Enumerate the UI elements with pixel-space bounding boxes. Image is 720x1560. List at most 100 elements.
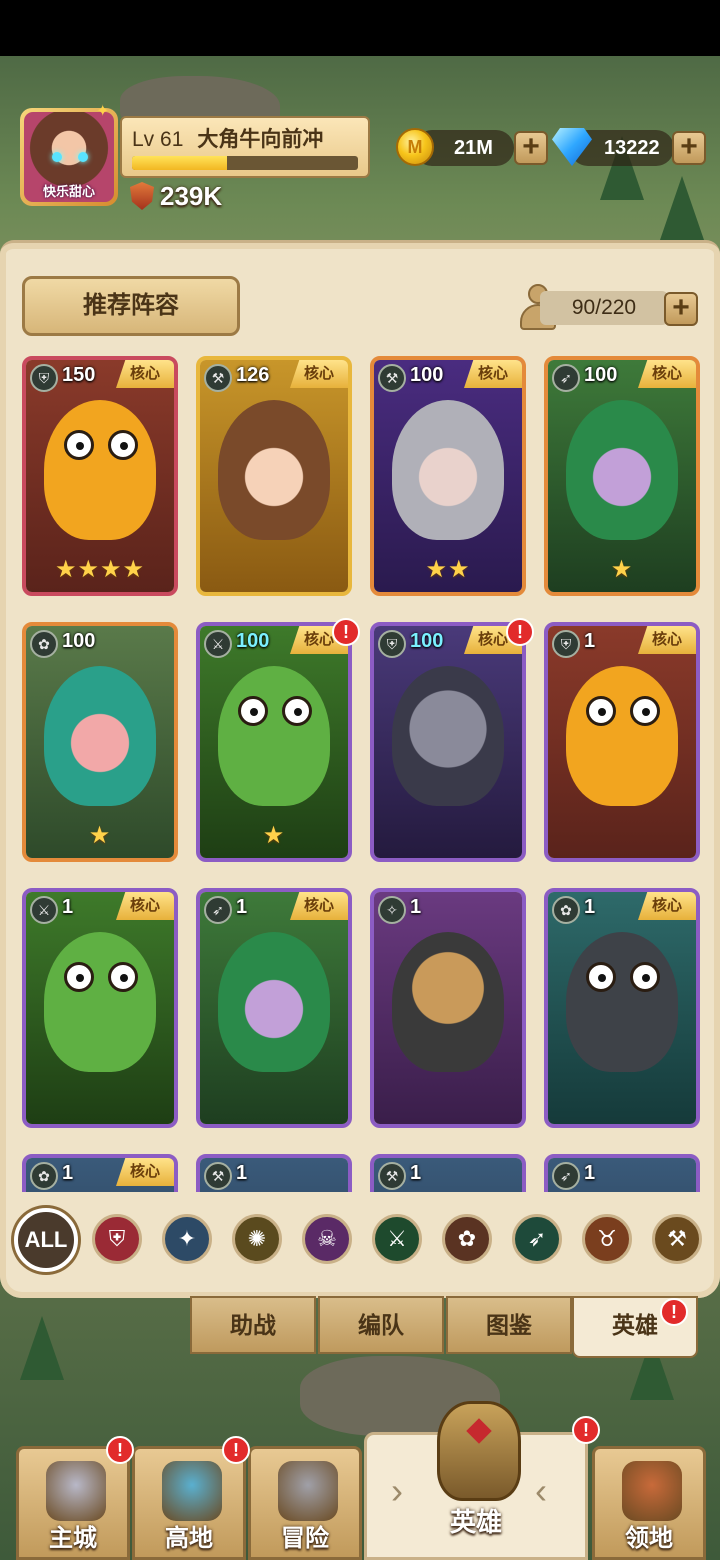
hero-alert-badge: ! — [506, 618, 534, 646]
tab-formation[interactable]: 编队 — [318, 1296, 444, 1354]
avatar-portrait: 快乐甜心 — [24, 112, 114, 202]
axe-icon: ⚒ — [204, 1162, 232, 1190]
hero-card[interactable]: ⚔ 1 核心 — [22, 888, 178, 1128]
hero-eye — [64, 430, 94, 460]
player-info-panel[interactable]: Lv 61 大角牛向前冲 — [120, 116, 370, 178]
hero-card[interactable]: ⚒ 126 核心 — [196, 356, 352, 596]
add-capacity-button[interactable]: + — [664, 292, 698, 326]
player-name: 大角牛向前冲 — [197, 128, 324, 151]
hero-portrait — [218, 400, 330, 540]
hero-card[interactable]: ⚒ 1 — [370, 1154, 526, 1192]
filter-mage-icon[interactable]: ✦ — [162, 1214, 212, 1264]
hero-level: 100 — [410, 630, 444, 652]
hero-card[interactable]: ✿ 1 核心 — [22, 1154, 178, 1192]
hero-card[interactable]: ⚒ 100 核心 ★★ — [370, 356, 526, 596]
hero-card[interactable]: ⛨ 150 核心 ★★★★ — [22, 356, 178, 596]
hero-level: 1 — [584, 1162, 596, 1184]
hero-level: 100 — [584, 364, 618, 386]
hero-level: 1 — [62, 896, 74, 918]
swords-icon: ⚔ — [30, 896, 58, 924]
hero-level: 1 — [584, 630, 596, 652]
nav-heroes[interactable]: › ‹ 英雄 — [364, 1401, 588, 1560]
hero-level: 1 — [236, 1162, 248, 1184]
swords-icon: ⚔ — [204, 630, 232, 658]
hero-eye — [282, 696, 312, 726]
nav-territory[interactable]: 领地 — [592, 1446, 706, 1560]
hero-card[interactable]: ⚔ 100 核心 ★ — [196, 622, 352, 862]
hero-eye — [586, 696, 616, 726]
hero-card[interactable]: ✧ 1 — [370, 888, 526, 1128]
recommended-lineup-button[interactable]: 推荐阵容 — [22, 276, 240, 336]
hero-portrait — [566, 932, 678, 1072]
tab-assist[interactable]: 助战 — [190, 1296, 316, 1354]
hero-level: 1 — [236, 896, 248, 918]
xp-bar — [132, 156, 358, 170]
add-gems-button[interactable]: + — [672, 131, 706, 165]
hero-level: 1 — [584, 896, 596, 918]
hero-portrait — [392, 932, 504, 1072]
nav-alert-badge: ! — [572, 1416, 600, 1444]
hero-eye — [108, 430, 138, 460]
add-gold-button[interactable]: + — [514, 131, 548, 165]
tab-codex[interactable]: 图鉴 — [446, 1296, 572, 1354]
avatar-nickname: 快乐甜心 — [42, 184, 95, 199]
power-shield-icon — [130, 182, 154, 210]
hero-stars: ★★★★ — [54, 556, 146, 583]
filter-paw-icon[interactable]: ✿ — [442, 1214, 492, 1264]
nav-main-city[interactable]: 主城 — [16, 1446, 130, 1560]
core-tag: 核心 — [638, 360, 696, 388]
nav-label: 主城 — [49, 1525, 97, 1552]
player-level: Lv 61 — [132, 128, 184, 151]
paw-icon: ✿ — [552, 896, 580, 924]
hero-card[interactable]: ➶ 1 — [544, 1154, 700, 1192]
core-tag: 核心 — [464, 360, 522, 388]
staff-icon: ✧ — [378, 896, 406, 924]
hero-portrait — [44, 666, 156, 806]
hero-stars: ★ — [610, 556, 634, 583]
paw-icon: ✿ — [30, 630, 58, 658]
hero-card[interactable]: ⛨ 100 核心 — [370, 622, 526, 862]
shield-icon: ⛨ — [378, 630, 406, 658]
filter-holy-icon[interactable]: ✺ — [232, 1214, 282, 1264]
hero-eye — [586, 962, 616, 992]
nav-alert-badge: ! — [222, 1436, 250, 1464]
filter-all-button[interactable]: ALL — [14, 1208, 78, 1272]
hero-card[interactable]: ➶ 100 核心 ★ — [544, 356, 700, 596]
hero-grid: ⛨ 150 核心 ★★★★ ⚒ 126 核心 ⚒ 100 核心 ★★ ➶ 100 核心 ★ ✿ 100 ★ ⚔ 100… — [0, 350, 720, 1192]
gold-value: 21M — [454, 137, 493, 159]
nav-adventure[interactable]: 冒险 — [248, 1446, 362, 1560]
hero-eye — [630, 696, 660, 726]
filter-bow-icon[interactable]: ➶ — [512, 1214, 562, 1264]
hero-level: 126 — [236, 364, 270, 386]
hero-stars: ★ — [88, 822, 112, 849]
xp-fill — [132, 156, 227, 170]
hero-portrait — [392, 400, 504, 540]
nav-highland[interactable]: 高地 — [132, 1446, 246, 1560]
nav-label: 冒险 — [281, 1525, 329, 1552]
hero-card[interactable]: ✿ 1 核心 — [544, 888, 700, 1128]
hero-eye — [108, 962, 138, 992]
filter-shield-icon[interactable]: ⛨ — [92, 1214, 142, 1264]
player-avatar[interactable]: 快乐甜心 — [20, 108, 118, 206]
crown-icon: ✦ — [96, 103, 110, 120]
highland-icon — [162, 1461, 222, 1521]
hero-card[interactable]: ⚒ 1 — [196, 1154, 352, 1192]
hero-card[interactable]: ✿ 100 ★ — [22, 622, 178, 862]
hero-capacity: 90/220 — [540, 291, 668, 325]
filter-swords-icon[interactable]: ⚔ — [372, 1214, 422, 1264]
hero-portrait — [44, 932, 156, 1072]
filter-axe-icon[interactable]: ⚒ — [652, 1214, 702, 1264]
axe-icon: ⚒ — [204, 364, 232, 392]
filter-skull-icon[interactable]: ☠ — [302, 1214, 352, 1264]
filter-beast-icon[interactable]: ♉ — [582, 1214, 632, 1264]
bow-icon: ➶ — [552, 1162, 580, 1190]
tab-alert-badge: ! — [660, 1298, 688, 1326]
territory-icon — [622, 1461, 682, 1521]
main-city-icon — [46, 1461, 106, 1521]
hero-level: 1 — [410, 896, 422, 918]
hero-card[interactable]: ⛨ 1 核心 — [544, 622, 700, 862]
hero-portrait — [392, 666, 504, 806]
shield-icon: ⛨ — [552, 630, 580, 658]
hero-card[interactable]: ➶ 1 核心 — [196, 888, 352, 1128]
hero-alert-badge: ! — [332, 618, 360, 646]
